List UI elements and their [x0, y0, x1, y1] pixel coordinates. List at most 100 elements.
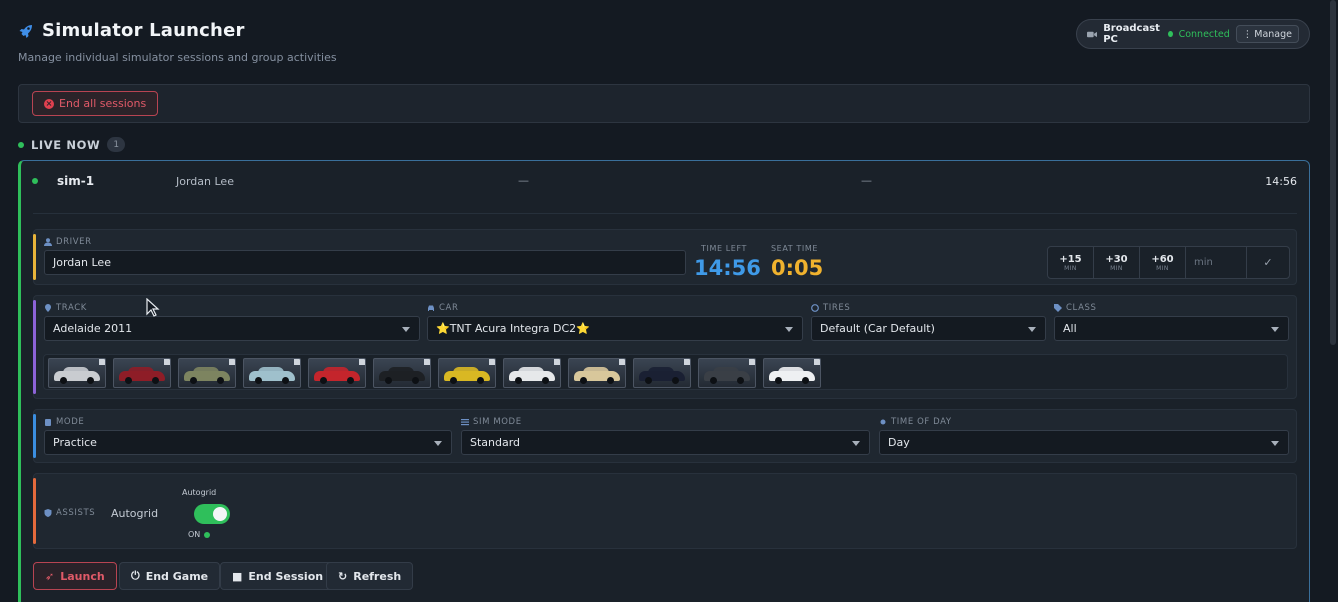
- class-label: CLASS: [1066, 303, 1097, 313]
- sim-name: sim-1: [57, 174, 95, 188]
- video-camera-icon: [1087, 31, 1098, 37]
- divider: [33, 213, 1297, 214]
- mode-label: MODE: [56, 417, 85, 427]
- car-select[interactable]: ⭐TNT Acura Integra DC2⭐: [427, 316, 803, 341]
- autogrid-state: ON: [188, 530, 201, 539]
- time-left-value: 14:56: [694, 256, 761, 280]
- car-skin-thumbnail[interactable]: [178, 358, 236, 388]
- map-pin-icon: [45, 304, 51, 312]
- car-skin-thumbnail[interactable]: [438, 358, 496, 388]
- confirm-minutes-button[interactable]: ✓: [1247, 247, 1289, 278]
- end-session-button[interactable]: ■ End Session: [220, 562, 336, 590]
- time-left-label: TIME LEFT: [701, 244, 748, 253]
- broadcast-name: Broadcast PC: [1103, 23, 1160, 45]
- track-car-section: TRACK Adelaide 2011 CAR ⭐TNT Acura Integ…: [33, 295, 1297, 399]
- session-field-3: —: [518, 174, 529, 187]
- page-title: Simulator Launcher: [42, 20, 245, 41]
- class-select[interactable]: All: [1054, 316, 1289, 341]
- sliders-icon: [461, 419, 469, 426]
- car-skin-thumbnail[interactable]: [48, 358, 106, 388]
- end-game-button[interactable]: ⏻ End Game: [119, 562, 221, 590]
- connected-dot-icon: [1167, 31, 1173, 37]
- tire-icon: [811, 304, 819, 312]
- refresh-button[interactable]: ↻ Refresh: [326, 562, 414, 590]
- car-skin-thumbnail[interactable]: [243, 358, 301, 388]
- section-accent: [33, 478, 36, 544]
- time-increment-group: +15 MIN +30 MIN +60 MIN min ✓: [1047, 246, 1290, 279]
- shield-icon: [44, 509, 52, 517]
- page-scrollbar[interactable]: [1330, 0, 1336, 345]
- car-skin-thumbnail[interactable]: [763, 358, 821, 388]
- time-of-day-select[interactable]: Day: [879, 430, 1289, 455]
- car-skin-thumbnail[interactable]: [568, 358, 626, 388]
- session-summary-row[interactable]: sim-1 Jordan Lee — — 14:56: [21, 161, 1309, 203]
- driver-section: DRIVER Jordan Lee TIME LEFT 14:56 SEAT T…: [33, 229, 1297, 285]
- track-select[interactable]: Adelaide 2011: [44, 316, 420, 341]
- end-all-sessions-button[interactable]: × End all sessions: [32, 91, 159, 116]
- assists-label: ASSISTS: [56, 508, 96, 518]
- add-15-min-button[interactable]: +15 MIN: [1048, 247, 1094, 278]
- app-title: Simulator Launcher: [18, 20, 245, 41]
- car-skin-list: [43, 354, 1288, 390]
- live-dot-icon: [18, 141, 24, 148]
- mouse-cursor-icon: [146, 298, 160, 317]
- car-skin-thumbnail[interactable]: [503, 358, 561, 388]
- mode-select[interactable]: Practice: [44, 430, 452, 455]
- car-label: CAR: [439, 303, 459, 313]
- check-icon: ✓: [1263, 256, 1273, 269]
- custom-minutes-input[interactable]: min: [1186, 247, 1247, 278]
- assists-section: ASSISTS Autogrid Autogrid ON: [33, 473, 1297, 549]
- session-status-dot-icon: [32, 178, 38, 184]
- autogrid-label: Autogrid: [182, 488, 217, 497]
- seat-time-label: SEAT TIME: [771, 244, 819, 253]
- session-card: sim-1 Jordan Lee — — 14:56 DRIVER Jordan…: [18, 160, 1310, 602]
- section-accent: [33, 300, 36, 394]
- autogrid-toggle[interactable]: [194, 504, 230, 524]
- car-icon: [428, 305, 434, 311]
- add-60-min-button[interactable]: +60 MIN: [1140, 247, 1186, 278]
- sim-mode-label: SIM MODE: [473, 417, 522, 427]
- car-skin-thumbnail[interactable]: [113, 358, 171, 388]
- x-circle-icon: ×: [44, 98, 54, 109]
- track-label: TRACK: [56, 303, 87, 313]
- refresh-icon: ↻: [338, 569, 348, 583]
- sun-icon: [880, 419, 886, 425]
- session-field-4: —: [861, 174, 872, 187]
- section-accent: [33, 414, 36, 458]
- driver-label: DRIVER: [56, 237, 92, 247]
- connection-status: Connected: [1178, 28, 1230, 40]
- add-30-min-button[interactable]: +30 MIN: [1094, 247, 1140, 278]
- mode-section: MODE Practice SIM MODE Standard TIME OF …: [33, 409, 1297, 463]
- car-skin-thumbnail[interactable]: [308, 358, 366, 388]
- session-driver: Jordan Lee: [176, 175, 234, 188]
- broadcast-status: Broadcast PC Connected ⋮ Manage: [1076, 19, 1310, 49]
- page-subtitle: Manage individual simulator sessions and…: [18, 51, 337, 64]
- clipboard-icon: [45, 419, 51, 426]
- session-time: 14:56: [1265, 175, 1297, 188]
- rocket-icon: [19, 24, 32, 38]
- assists-value: Autogrid: [111, 507, 159, 520]
- manage-button[interactable]: ⋮ Manage: [1235, 25, 1299, 43]
- live-now-label: LIVE NOW: [31, 137, 101, 152]
- live-count-badge: 1: [107, 137, 126, 152]
- car-skin-thumbnail[interactable]: [373, 358, 431, 388]
- time-of-day-label: TIME OF DAY: [891, 417, 952, 427]
- on-dot-icon: [204, 531, 211, 538]
- section-accent: [33, 234, 36, 280]
- more-vertical-icon: ⋮: [1242, 28, 1253, 40]
- rocket-icon: ➶: [45, 569, 55, 583]
- car-skin-thumbnail[interactable]: [633, 358, 691, 388]
- power-icon: ⏻: [131, 569, 140, 582]
- car-skin-thumbnail[interactable]: [698, 358, 756, 388]
- driver-input[interactable]: Jordan Lee: [44, 250, 686, 275]
- action-bar: × End all sessions: [18, 84, 1310, 123]
- toggle-knob: [213, 507, 227, 521]
- live-now-header: LIVE NOW 1: [18, 137, 126, 152]
- sim-mode-select[interactable]: Standard: [461, 430, 870, 455]
- launch-button[interactable]: ➶ Launch: [33, 562, 117, 590]
- user-icon: [44, 238, 52, 246]
- stop-icon: ■: [232, 569, 243, 583]
- tag-icon: [1054, 304, 1062, 312]
- tires-label: TIRES: [823, 303, 851, 313]
- tires-select[interactable]: Default (Car Default): [811, 316, 1046, 341]
